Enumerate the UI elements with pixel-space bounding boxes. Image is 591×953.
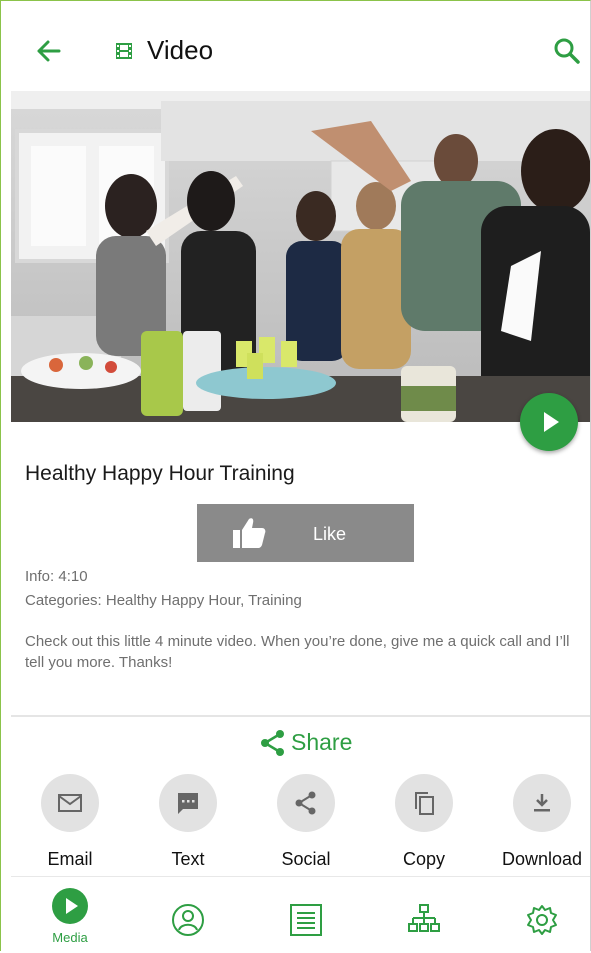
share-icon [295,791,316,815]
video-thumbnail [11,91,590,422]
nav-label-media: Media [52,930,88,945]
video-player[interactable] [11,91,590,422]
org-chart-icon [408,904,440,932]
text-action-circle [159,774,217,832]
email-action-circle [41,774,99,832]
video-categories: Categories: Healthy Happy Hour, Training [25,592,302,609]
bottom-nav: Media [11,876,590,953]
social-action-circle [277,774,335,832]
nav-item-media[interactable]: Media [25,877,115,951]
settings-icon [527,905,557,935]
share-label: Share [291,729,353,755]
action-label: Copy [402,849,446,869]
like-label: Like [313,524,347,544]
download-icon [534,794,550,812]
back-button[interactable] [29,31,69,71]
search-icon [554,38,580,64]
action-label: Text [171,849,205,869]
play-button[interactable] [520,393,578,451]
nav-item-contacts[interactable] [143,877,233,951]
email-icon [58,794,82,812]
nav-item-org-chart[interactable] [379,877,469,951]
thumbs-up-icon [233,518,266,548]
download-action[interactable]: Download [487,774,591,870]
nav-item-list[interactable] [261,877,351,951]
share-icon [261,730,284,756]
page-title: Video [147,35,214,65]
arrow-left-icon [37,40,61,62]
film-icon [116,43,132,59]
action-label: Social [281,849,331,869]
copy-action[interactable]: Copy [369,774,479,870]
nav-item-settings[interactable] [497,877,587,951]
video-info: Info: 4:10 [25,568,88,585]
contacts-icon [172,904,204,936]
app-bar: Video [1,1,590,90]
video-title: Healthy Happy Hour Training [25,462,295,485]
copy-icon [415,792,434,815]
play-circle-icon [52,888,88,924]
action-label: Email [47,849,93,869]
play-icon [544,412,559,432]
like-button[interactable]: Like [197,504,414,562]
list-icon [290,904,322,936]
email-action[interactable]: Email [15,774,125,870]
social-action[interactable]: Social [251,774,361,870]
action-label: Download [501,849,583,869]
copy-action-circle [395,774,453,832]
search-button[interactable] [549,33,585,69]
video-description: Check out this little 4 minute video. Wh… [25,633,570,671]
message-icon [178,793,198,814]
text-action[interactable]: Text [133,774,243,870]
divider [11,715,590,717]
download-action-circle [513,774,571,832]
